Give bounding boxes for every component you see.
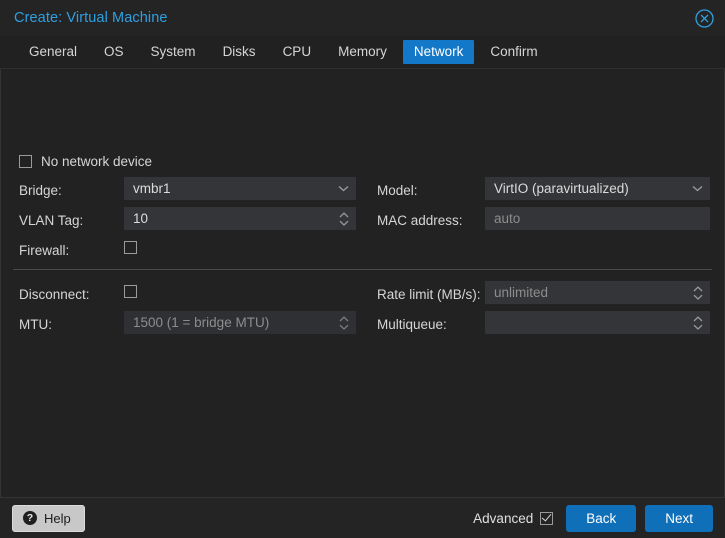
wizard-tabs: General OS System Disks CPU Memory Netwo… [0, 36, 725, 69]
mac-address-label: MAC address: [377, 213, 463, 228]
advanced-fields: Disconnect: Rate limit (MB/s): unlimited… [1, 281, 724, 341]
model-value: VirtIO (paravirtualized) [494, 181, 629, 196]
dialog-titlebar: Create: Virtual Machine [0, 0, 725, 36]
tab-general[interactable]: General [18, 40, 88, 65]
section-divider [13, 269, 712, 270]
tab-system[interactable]: System [140, 40, 207, 65]
no-network-device-label: No network device [41, 154, 153, 169]
vlan-tag-value: 10 [133, 211, 149, 226]
next-button[interactable]: Next [645, 504, 713, 532]
form-row-mtu-multiqueue: MTU: 1500 (1 = bridge MTU) Multiqueue: [1, 311, 724, 341]
question-mark-icon: ? [23, 511, 37, 525]
form-row-bridge-model: Bridge: vmbr1 Model: VirtIO (paravirtual… [1, 177, 724, 207]
no-network-device-checkbox[interactable] [19, 155, 32, 168]
mac-address-field[interactable]: auto [485, 207, 710, 230]
rate-limit-label: Rate limit (MB/s): [377, 287, 481, 302]
disconnect-label: Disconnect: [19, 287, 90, 302]
tab-disks[interactable]: Disks [212, 40, 267, 65]
no-network-device-row: No network device [19, 154, 152, 169]
mtu-stepper[interactable]: 1500 (1 = bridge MTU) [124, 311, 356, 334]
advanced-checkbox[interactable] [540, 511, 554, 525]
rate-limit-stepper[interactable]: unlimited [485, 281, 710, 304]
back-button[interactable]: Back [566, 504, 637, 532]
spinner-icon[interactable] [693, 311, 703, 334]
spinner-icon[interactable] [339, 311, 349, 334]
multiqueue-stepper[interactable] [485, 311, 710, 334]
mtu-label: MTU: [19, 317, 52, 332]
multiqueue-label: Multiqueue: [377, 317, 447, 332]
spinner-icon[interactable] [339, 207, 349, 230]
firewall-label: Firewall: [19, 243, 70, 258]
tab-os[interactable]: OS [93, 40, 135, 65]
mtu-value: 1500 (1 = bridge MTU) [133, 315, 270, 330]
network-fields: Bridge: vmbr1 Model: VirtIO (paravirtual… [1, 177, 724, 267]
advanced-label: Advanced [473, 510, 534, 526]
disconnect-checkbox[interactable] [124, 285, 137, 298]
tab-network[interactable]: Network [402, 39, 475, 65]
tab-memory[interactable]: Memory [327, 40, 398, 65]
form-row-firewall: Firewall: [1, 237, 724, 267]
vlan-tag-stepper[interactable]: 10 [124, 207, 356, 230]
create-vm-dialog: Create: Virtual Machine General OS Syste… [0, 0, 725, 538]
tab-confirm[interactable]: Confirm [479, 40, 548, 65]
dialog-footer: ? Help Advanced Back Next [0, 497, 725, 538]
bridge-select[interactable]: vmbr1 [124, 177, 356, 200]
footer-actions: Advanced Back Next [473, 504, 713, 532]
spinner-icon[interactable] [693, 281, 703, 304]
tab-cpu[interactable]: CPU [272, 40, 323, 65]
model-select[interactable]: VirtIO (paravirtualized) [485, 177, 710, 200]
form-row-disconnect-ratelimit: Disconnect: Rate limit (MB/s): unlimited [1, 281, 724, 311]
rate-limit-value: unlimited [494, 285, 549, 300]
advanced-toggle[interactable]: Advanced [473, 510, 554, 526]
vlan-tag-label: VLAN Tag: [19, 213, 84, 228]
dialog-title: Create: Virtual Machine [14, 10, 168, 26]
chevron-down-icon[interactable] [338, 177, 349, 200]
mac-address-value: auto [494, 211, 521, 226]
close-icon[interactable] [694, 8, 715, 29]
bridge-value: vmbr1 [133, 181, 171, 196]
firewall-checkbox[interactable] [124, 241, 137, 254]
chevron-down-icon[interactable] [692, 177, 703, 200]
form-row-vlan-mac: VLAN Tag: 10 MAC address: auto [1, 207, 724, 237]
bridge-label: Bridge: [19, 183, 62, 198]
help-button[interactable]: ? Help [12, 504, 85, 532]
model-label: Model: [377, 183, 418, 198]
help-button-label: Help [44, 510, 71, 526]
network-form-panel: No network device Bridge: vmbr1 Model: V… [0, 69, 725, 497]
